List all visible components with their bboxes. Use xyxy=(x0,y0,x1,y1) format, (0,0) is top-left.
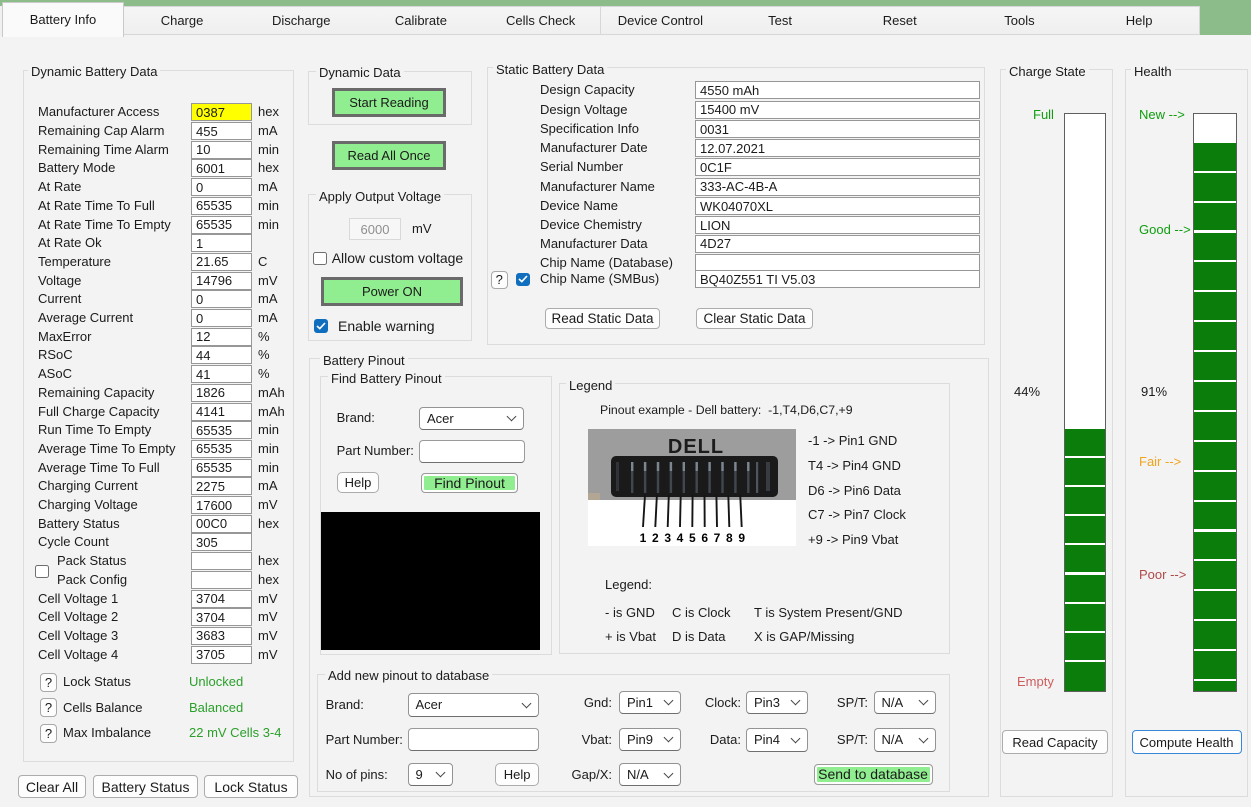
svg-text:7: 7 xyxy=(714,531,721,545)
svg-text:3: 3 xyxy=(664,531,671,545)
svg-text:5: 5 xyxy=(689,531,696,545)
svg-text:4: 4 xyxy=(677,531,684,545)
svg-text:6: 6 xyxy=(701,531,708,545)
svg-text:DELL: DELL xyxy=(668,436,724,458)
svg-text:8: 8 xyxy=(726,531,733,545)
svg-text:9: 9 xyxy=(738,531,745,545)
svg-text:2: 2 xyxy=(652,531,659,545)
svg-text:1: 1 xyxy=(640,531,647,545)
